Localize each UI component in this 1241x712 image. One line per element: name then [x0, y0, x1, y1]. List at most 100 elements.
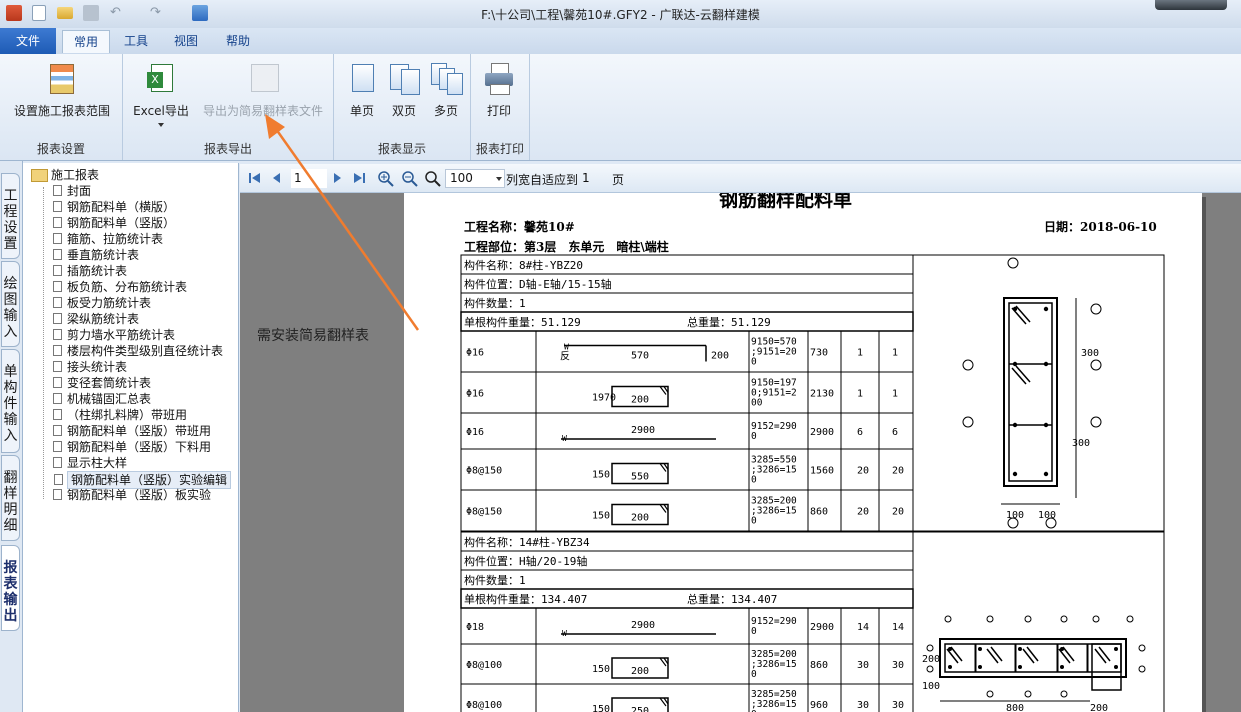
tree-item-label: 显示柱大样 — [67, 456, 128, 470]
component-name: 构件名称：8#柱-YBZ20 — [464, 258, 583, 272]
prev-page-button[interactable] — [270, 171, 284, 185]
multi-page-button[interactable]: 多页 — [426, 62, 466, 119]
tree-root[interactable]: 施工报表 — [31, 167, 99, 183]
tree-item[interactable]: 接头统计表 — [53, 359, 128, 375]
tab-help[interactable]: 帮助 — [218, 30, 258, 52]
tree-item[interactable]: 钢筋配料单（横版） — [53, 199, 175, 215]
zoom-select[interactable]: 100 — [445, 169, 505, 188]
window-controls[interactable] — [1155, 0, 1227, 10]
side-tab-detail[interactable]: 翻样明细 — [1, 455, 20, 541]
rebar-dot — [978, 665, 982, 669]
side-tab-drawing-input[interactable]: 绘图输入 — [1, 261, 20, 347]
section-hook — [950, 646, 963, 662]
section-dimension: 100 — [922, 681, 940, 692]
document-icon — [53, 425, 62, 436]
last-page-button[interactable] — [352, 171, 366, 185]
rebar-length: 2900 — [810, 427, 834, 438]
document-icon — [53, 217, 62, 228]
rebar-dot — [1043, 422, 1049, 428]
side-tab-report-output[interactable]: 报表输出 — [1, 545, 20, 631]
set-report-range-button[interactable]: 设置施工报表范围 — [8, 62, 116, 119]
zoom-out-button[interactable] — [402, 171, 418, 187]
unit-weight: 单根构件重量：134.407 — [464, 592, 587, 606]
multi-page-label: 多页 — [433, 104, 458, 118]
tab-view[interactable]: 视图 — [166, 30, 206, 52]
tree-item-label: 钢筋配料单（竖版） — [67, 216, 176, 230]
rebar-dimension: 2900 — [631, 620, 655, 631]
first-page-button[interactable] — [248, 171, 262, 185]
tree-item[interactable]: 显示柱大样 — [53, 455, 128, 471]
tree-item[interactable]: 楼层构件类型级别直径统计表 — [53, 343, 223, 359]
component-name: 构件名称：14#柱-YBZ34 — [464, 535, 590, 549]
section-hook — [990, 646, 1003, 662]
section-hook — [1098, 646, 1111, 662]
rebar-count: 6 — [857, 427, 863, 438]
zoom-value: 100 — [450, 171, 473, 185]
zoom-button[interactable] — [425, 171, 441, 187]
rebar-dimension: 150 — [592, 470, 610, 481]
tree-item[interactable]: 板受力筋统计表 — [53, 295, 152, 311]
section-hook — [1058, 648, 1071, 664]
file-menu-button[interactable]: 文件 — [0, 28, 56, 54]
report-print-group-label: 报表打印 — [475, 142, 524, 156]
single-page-icon — [346, 62, 378, 96]
single-page-button[interactable]: 单页 — [342, 62, 382, 119]
rebar-dimension: 2900 — [631, 425, 655, 436]
section-hook — [1062, 646, 1075, 662]
bend-mark-w: W — [564, 343, 569, 352]
double-page-button[interactable]: 双页 — [384, 62, 424, 119]
tree-item[interactable]: 钢筋配料单（竖版） — [53, 215, 176, 231]
calc-formula: 9152=290 — [751, 616, 797, 627]
axis-marker-icon — [1138, 644, 1146, 652]
tree-item[interactable]: 钢筋配料单（竖版）带班用 — [53, 423, 211, 439]
axis-marker-icon — [944, 615, 952, 623]
next-page-button[interactable] — [330, 171, 344, 185]
axis-marker-icon — [1007, 257, 1019, 269]
side-tab-project-settings[interactable]: 工程设置 — [1, 173, 20, 259]
tree-item[interactable]: 箍筋、拉筋统计表 — [53, 231, 163, 247]
tree-item[interactable]: 梁纵筋统计表 — [53, 311, 139, 327]
tree-item-label: 板受力筋统计表 — [67, 296, 152, 310]
tree-item-label: 板负筋、分布筋统计表 — [67, 280, 188, 294]
zoom-in-button[interactable] — [378, 171, 394, 187]
report-export-group-label: 报表导出 — [203, 142, 252, 156]
tree-item[interactable]: 剪力墙水平筋统计表 — [53, 327, 175, 343]
last-page-icon — [354, 173, 365, 183]
tree-item[interactable]: 钢筋配料单（竖版）下料用 — [53, 439, 211, 455]
document-icon — [53, 265, 62, 276]
rebar-length: 860 — [810, 660, 828, 671]
page-number-input[interactable]: 1 — [291, 169, 327, 188]
print-button[interactable]: 打印 — [479, 62, 519, 119]
printer-icon — [483, 62, 515, 96]
rebar-hatch-mark: W — [562, 434, 567, 443]
axis-marker-icon — [1090, 416, 1102, 428]
rebar-dot — [1043, 471, 1049, 477]
rebar-dimension: 200 — [711, 351, 729, 362]
rebar-length: 860 — [810, 507, 828, 518]
tree-item[interactable]: （柱绑扎料牌）带班用 — [53, 407, 187, 423]
rebar-dimension: 1970 — [592, 393, 616, 404]
section-tie — [1056, 643, 1059, 673]
tree-item[interactable]: 板负筋、分布筋统计表 — [53, 279, 188, 295]
tree-item-label: 接头统计表 — [67, 360, 128, 374]
tab-tools[interactable]: 工具 — [116, 30, 156, 52]
tree-item[interactable]: 钢筋配料单（竖版）板实验 — [53, 487, 211, 503]
tree-item[interactable]: 变径套筒统计表 — [53, 375, 151, 391]
report-display-group-label: 报表显示 — [377, 142, 426, 156]
chevron-down-icon — [496, 177, 502, 181]
tree-item[interactable]: 垂直筋统计表 — [53, 247, 139, 263]
rebar-grade: Φ8@150 — [466, 466, 502, 477]
tab-home[interactable]: 常用 — [62, 30, 110, 53]
project-location: 工程部位：第3层 东单元 暗柱\端柱 — [464, 239, 669, 254]
rebar-hatch-mark: W — [562, 629, 567, 638]
fit-columns-value[interactable]: 1 — [582, 171, 590, 185]
axis-marker-icon — [926, 644, 934, 652]
excel-export-button[interactable]: X Excel导出 — [129, 62, 193, 127]
export-simple-table-button[interactable]: 导出为简易翻样表文件 — [199, 62, 327, 119]
tree-item[interactable]: 机械锚固汇总表 — [53, 391, 151, 407]
rebar-total: 1 — [892, 389, 898, 400]
document-icon — [53, 249, 62, 260]
tree-item[interactable]: 插筋统计表 — [53, 263, 127, 279]
side-tab-component-input[interactable]: 单构件输入 — [1, 349, 20, 453]
tree-item[interactable]: 封面 — [53, 183, 91, 199]
